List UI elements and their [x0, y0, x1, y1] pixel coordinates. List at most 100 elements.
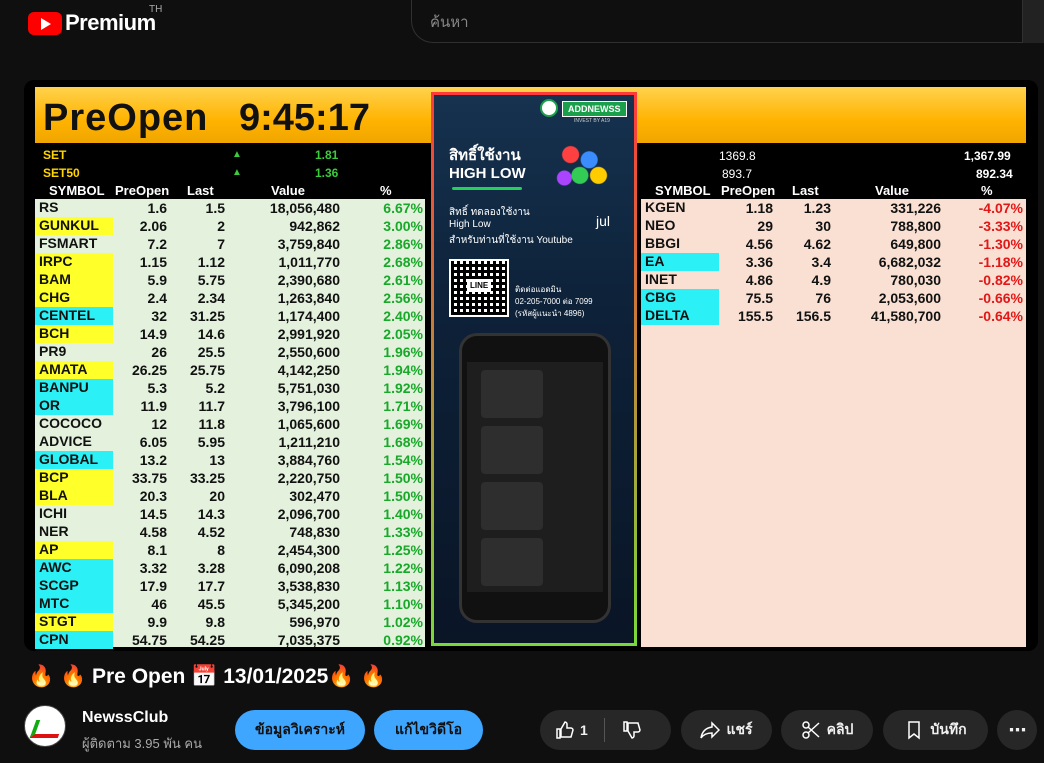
title-text: Pre Open — [92, 665, 186, 688]
share-button[interactable]: แชร์ — [681, 710, 772, 750]
ad-month: jul — [596, 213, 611, 229]
pct-cell: 2.40% — [383, 308, 423, 324]
preopen-cell: 4.86 — [745, 272, 773, 288]
value-cell: 4,142,250 — [277, 362, 340, 378]
more-actions-button[interactable]: ⋯ — [997, 710, 1037, 750]
save-label: บันทึก — [930, 721, 967, 737]
last-cell: 30 — [815, 218, 831, 234]
ad-line-1: สิทธิ์ ทดลองใช้งาน — [449, 207, 530, 218]
edit-video-button[interactable]: แก้ไขวิดีโอ — [374, 710, 483, 750]
symbol-cell: PR9 — [39, 343, 67, 359]
preopen-cell: 29 — [757, 218, 773, 234]
table-row: BLA 20.3 20 302,470 1.50% — [35, 487, 425, 505]
pct-cell: -4.07% — [978, 200, 1023, 216]
fire-icon: 🔥 — [28, 665, 55, 688]
table-row: NEO 29 30 788,800 -3.33% — [641, 217, 1026, 235]
value-cell: 18,056,480 — [269, 200, 340, 216]
pct-cell: 1.92% — [383, 380, 423, 396]
last-cell: 25.75 — [189, 362, 225, 378]
last-cell: 9.8 — [205, 614, 225, 630]
like-icon[interactable] — [554, 720, 574, 740]
value-cell: 302,470 — [289, 488, 340, 504]
table-row: MTC 46 45.5 5,345,200 1.10% — [35, 595, 425, 613]
dislike-icon[interactable] — [621, 720, 641, 740]
youtube-premium-logo[interactable]: Premium — [28, 10, 156, 36]
pct-cell: 1.02% — [383, 614, 423, 630]
value-cell: 649,800 — [890, 236, 941, 252]
search-input[interactable]: ค้นหา — [411, 0, 1023, 43]
symbol-cell: BLA — [35, 487, 113, 505]
preopen-cell: 14.5 — [139, 506, 167, 522]
last-cell: 4.62 — [803, 236, 831, 252]
save-button[interactable]: บันทึก — [883, 710, 988, 750]
index-name: SET — [43, 148, 67, 162]
channel-name[interactable]: NewssClub — [82, 709, 168, 727]
analytics-button[interactable]: ข้อมูลวิเคราะห์ — [235, 710, 365, 750]
pct-cell: -0.82% — [978, 272, 1023, 288]
value-cell: 2,991,920 — [277, 326, 340, 342]
table-row: AMATA 26.25 25.75 4,142,250 1.94% — [35, 361, 425, 379]
table-row: PR9 26 25.5 2,550,600 1.96% — [35, 343, 425, 361]
up-arrow-icon: ▲ — [232, 167, 242, 178]
symbol-cell: BCP — [35, 469, 113, 487]
pct-cell: 2.05% — [383, 326, 423, 342]
last-cell: 5.75 — [197, 272, 225, 288]
channel-avatar[interactable] — [24, 705, 66, 747]
youtube-play-icon — [28, 11, 62, 35]
last-cell: 3.4 — [811, 254, 831, 270]
ad-line-2: High Low — [449, 219, 491, 230]
table-row: INET 4.86 4.9 780,030 -0.82% — [641, 271, 1026, 289]
preopen-cell: 9.9 — [147, 614, 167, 630]
index-name: SET50 — [43, 166, 80, 180]
pct-cell: -3.33% — [978, 218, 1023, 234]
value-cell: 1,263,840 — [277, 290, 340, 306]
last-cell: 14.3 — [197, 506, 225, 522]
pct-cell: 1.54% — [383, 452, 423, 468]
table-row: DELTA 155.5 156.5 41,580,700 -0.64% — [641, 307, 1026, 325]
index-last: 892.34 — [976, 167, 1013, 181]
right-table-header: SYMBOL PreOpen Last Value % — [641, 183, 1026, 199]
search-button[interactable] — [1022, 0, 1044, 43]
video-player[interactable]: PreOpen 9:45:17 SET ▲ 1.81 SET50 ▲ 1.36 … — [24, 80, 1038, 651]
symbol-cell: BAM — [35, 271, 113, 289]
clip-button[interactable]: คลิป — [781, 710, 873, 750]
pct-cell: 0.92% — [383, 632, 423, 648]
title-date: 13/01/2025 — [223, 665, 329, 688]
table-row: GLOBAL 13.2 13 3,884,760 1.54% — [35, 451, 425, 469]
symbol-cell: EA — [641, 253, 719, 271]
table-row: BAM 5.9 5.75 2,390,680 2.61% — [35, 271, 425, 289]
last-cell: 54.25 — [189, 632, 225, 648]
gainers-table: RS 1.6 1.5 18,056,480 6.67% GUNKUL 2.06 2 942,86… — [35, 199, 425, 649]
table-row: ADVICE 6.05 5.95 1,211,210 1.68% — [35, 433, 425, 451]
index-prev: 893.7 — [722, 167, 753, 181]
preopen-cell: 11.9 — [140, 398, 167, 414]
table-row: CENTEL 32 31.25 1,174,400 2.40% — [35, 307, 425, 325]
value-cell: 2,220,750 — [277, 470, 340, 486]
symbol-cell: AP — [35, 541, 113, 559]
table-row: BCP 33.75 33.25 2,220,750 1.50% — [35, 469, 425, 487]
value-cell: 7,035,375 — [277, 632, 340, 648]
preopen-cell: 6.05 — [139, 434, 167, 450]
preopen-cell: 26.25 — [131, 362, 167, 378]
value-cell: 1,011,770 — [278, 254, 340, 270]
pct-cell: 1.10% — [383, 596, 423, 612]
value-cell: 6,090,208 — [277, 560, 340, 576]
preopen-cell: 2.4 — [147, 290, 167, 306]
pct-cell: 1.94% — [383, 362, 423, 378]
preopen-cell: 17.9 — [139, 578, 167, 594]
col-last: Last — [187, 183, 214, 198]
losers-table: KGEN 1.18 1.23 331,226 -4.07% NEO 29 30 788,800 -… — [641, 199, 1026, 647]
pct-cell: 1.96% — [383, 344, 423, 360]
calendar-icon: 📅 — [191, 665, 218, 688]
col-last: Last — [792, 183, 819, 198]
preopen-cell: 3.32 — [139, 560, 167, 576]
index-last: 1,367.99 — [964, 149, 1011, 163]
high-low-ad: ADDNEWSS INVEST BY A19 สิทธิ์ใช้งาน HIGH… — [431, 92, 637, 646]
symbol-cell: NER — [39, 523, 69, 539]
banner-time: 9:45:17 — [239, 97, 370, 139]
col-preopen: PreOpen — [115, 183, 170, 198]
preopen-cell: 4.58 — [139, 524, 167, 540]
symbol-cell: CENTEL — [35, 307, 113, 325]
pct-cell: 1.13% — [383, 578, 423, 594]
pct-cell: 2.56% — [383, 290, 423, 306]
